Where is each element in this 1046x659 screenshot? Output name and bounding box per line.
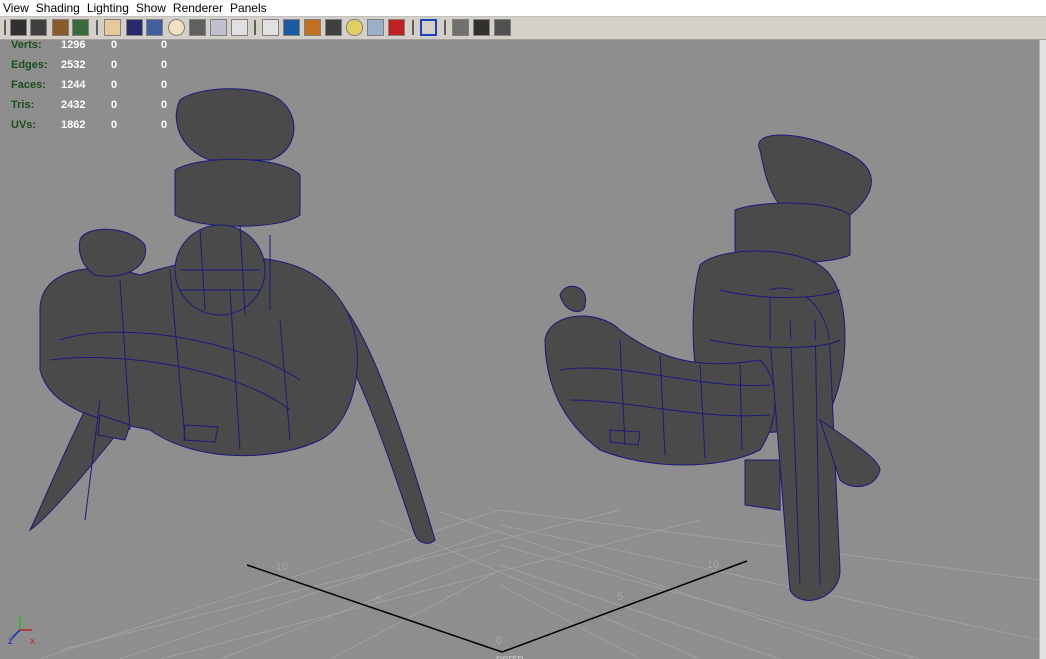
hud-value: 0	[161, 79, 168, 91]
ground-grid	[39, 509, 1040, 659]
textured-icon[interactable]	[325, 19, 342, 36]
bookmark-icon[interactable]	[52, 19, 69, 36]
image-plane-icon[interactable]	[72, 19, 89, 36]
gate-mask-icon[interactable]	[168, 19, 185, 36]
menu-lighting[interactable]: Lighting	[84, 0, 133, 16]
menu-shading[interactable]: Shading	[33, 0, 84, 16]
axis-z-label: z	[8, 636, 13, 647]
camera-name-label: persp	[496, 653, 524, 659]
mesh-object-right[interactable]	[544, 134, 881, 601]
toolbar-separator	[96, 20, 98, 35]
use-lights-icon[interactable]	[346, 19, 363, 36]
perspective-viewport[interactable]: -10 -5 0 10 5 persp z x	[0, 40, 1040, 659]
select-camera-icon[interactable]	[10, 19, 27, 36]
hardware-texture-icon[interactable]	[388, 19, 405, 36]
scene-canvas: -10 -5 0 10 5 persp z x	[8, 88, 1040, 659]
wireframe-icon[interactable]	[262, 19, 279, 36]
hud-value: 1244	[61, 79, 86, 91]
menu-renderer[interactable]: Renderer	[170, 0, 227, 16]
hud-value: 0	[111, 99, 118, 111]
hud-label: Edges:	[11, 59, 48, 71]
hud-label: Faces:	[11, 79, 46, 91]
grid-label-10: 10	[707, 559, 719, 571]
toolbar-separator	[444, 20, 446, 35]
grid-label-5: 5	[617, 591, 623, 603]
isolate-select-icon[interactable]	[420, 19, 437, 36]
hud-value: 0	[161, 119, 168, 131]
backface-icon[interactable]	[494, 19, 511, 36]
axis-x-label: x	[30, 636, 35, 647]
hud-value: 0	[111, 59, 118, 71]
menu-bar: View Shading Lighting Show Renderer Pane…	[0, 0, 1046, 17]
safe-action-icon[interactable]	[210, 19, 227, 36]
toolbar-separator	[412, 20, 414, 35]
mesh-object-left[interactable]	[28, 88, 436, 544]
viewport-scrollbar[interactable]	[1039, 40, 1046, 659]
xray-joints-icon[interactable]	[473, 19, 490, 36]
grid-icon[interactable]	[104, 19, 121, 36]
hud-value: 0	[161, 59, 168, 71]
toolbar-separator	[254, 20, 256, 35]
menu-show[interactable]: Show	[133, 0, 170, 16]
hud-value: 0	[161, 39, 168, 51]
shadows-icon[interactable]	[367, 19, 384, 36]
toolbar-separator	[4, 20, 6, 35]
film-gate-icon[interactable]	[126, 19, 143, 36]
menu-view[interactable]: View	[0, 0, 33, 16]
hud-value: 1296	[61, 39, 86, 51]
axis-indicator: z x	[8, 615, 35, 647]
panel-toolbar	[0, 17, 1046, 40]
menu-panels[interactable]: Panels	[227, 0, 271, 16]
hud-value: 1862	[61, 119, 86, 131]
hud-label: Tris:	[11, 99, 35, 111]
wireframe-on-shaded-icon[interactable]	[304, 19, 321, 36]
resolution-gate-icon[interactable]	[146, 19, 163, 36]
hud-value: 0	[111, 39, 118, 51]
hud-label: UVs:	[11, 119, 37, 131]
hud-value: 2432	[61, 99, 86, 111]
grid-label-neg10: -10	[272, 561, 288, 573]
hud-value: 0	[111, 79, 118, 91]
hud-value: 0	[111, 119, 118, 131]
hud-value: 0	[161, 99, 168, 111]
smooth-shade-icon[interactable]	[283, 19, 300, 36]
grid-label-0: 0	[496, 635, 502, 647]
hud-label: Verts:	[11, 39, 42, 51]
lock-camera-icon[interactable]	[30, 19, 47, 36]
safe-title-icon[interactable]	[231, 19, 248, 36]
grid-label-neg5: -5	[372, 594, 382, 606]
xray-icon[interactable]	[452, 19, 469, 36]
field-chart-icon[interactable]	[189, 19, 206, 36]
hud-value: 2532	[61, 59, 86, 71]
